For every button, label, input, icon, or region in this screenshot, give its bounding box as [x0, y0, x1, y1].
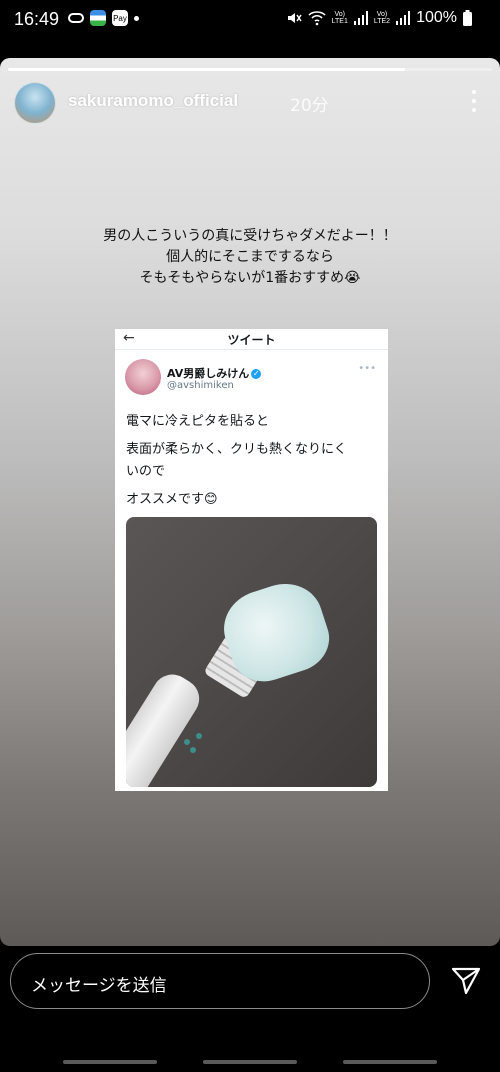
tweet-screenshot: ← ツイート AV男爵しみけん ✓ @avshimiken ••• 電マに冷えピタ… [115, 329, 388, 791]
story-caption: 男の人こういうの真に受けちゃダメだよー！！ 個人的にそこまでするなら そもそもや… [0, 226, 500, 289]
message-input[interactable]: メッセージを送信 [10, 953, 430, 1009]
app-notification-icon [90, 10, 106, 26]
tweet-text-line: いので [126, 464, 166, 479]
tweet-text-line: 電マに冷えピタを貼ると [126, 414, 270, 429]
nav-recent-button[interactable] [63, 1060, 157, 1064]
mute-icon [287, 13, 302, 23]
tweet-author-name: AV男爵しみけん ✓ [167, 365, 262, 381]
tweet-author-avatar [125, 359, 161, 395]
tweet-more-icon: ••• [358, 363, 376, 374]
caption-line: 男の人こういうの真に受けちゃダメだよー！！ [103, 228, 397, 244]
tweet-author-name-text: AV男爵しみけん [167, 367, 250, 380]
caption-line: 個人的にそこまでするなら [166, 249, 334, 265]
pay-icon: Pay [112, 10, 128, 26]
lte1-label: Vo) LTE1 [332, 11, 348, 25]
navigation-bar [0, 1058, 500, 1064]
story-progress-bar [8, 68, 492, 71]
battery-icon [463, 10, 472, 26]
instagram-story-screen: 16:49 Pay Vo) LTE1 Vo) LTE2 100% sakuramom… [0, 0, 500, 1072]
battery-percent: 100% [416, 9, 457, 26]
more-notifications-dot [134, 15, 139, 21]
lte1-volte: Vo) [334, 11, 345, 18]
status-right: Vo) LTE1 Vo) LTE2 100% [286, 9, 472, 27]
status-time: 16:49 [14, 9, 60, 29]
lte2-text: LTE2 [373, 18, 391, 25]
tweet-text-line: 表面が柔らかく、クリも熱くなりにく [126, 442, 347, 457]
send-icon[interactable] [450, 964, 482, 996]
story-username[interactable]: sakuramomo_official [68, 91, 238, 111]
message-placeholder: メッセージを送信 [31, 976, 167, 996]
lte2-label: Vo) LTE2 [374, 11, 390, 25]
tweet-author-handle: @avshimiken [167, 380, 234, 391]
tweet-text: 電マに冷えピタを貼ると 表面が柔らかく、クリも熱くなりにく いので オススメです… [126, 411, 381, 511]
wifi-icon [308, 11, 326, 26]
nav-back-button[interactable] [343, 1060, 437, 1064]
tweet-header-title: ツイート [227, 333, 276, 347]
story-progress-fill [8, 68, 405, 71]
lte1-text: LTE1 [331, 18, 348, 25]
avatar[interactable] [14, 82, 56, 124]
more-vertical-icon[interactable] [470, 90, 478, 112]
tweet-photo [126, 517, 377, 787]
signal-icon-2 [396, 11, 411, 25]
pay-label: Pay [113, 13, 127, 23]
signal-icon [353, 11, 368, 25]
story-content[interactable]: sakuramomo_official 20分 男の人こういうの真に受けちゃダメ… [0, 58, 500, 946]
nav-home-button[interactable] [203, 1060, 297, 1064]
status-bar: 16:49 Pay Vo) LTE1 Vo) LTE2 100% [0, 0, 500, 38]
story-time-ago: 20分 [290, 96, 329, 116]
notification-icons: Pay [68, 10, 139, 26]
wand-handle [126, 667, 207, 787]
lte2-volte: Vo) [376, 11, 388, 18]
verified-badge-icon: ✓ [251, 369, 262, 379]
tweet-header: ← ツイート [115, 329, 388, 350]
caption-line: そもそもやらないが1番おすすめ😭 [139, 270, 361, 286]
link-icon [68, 13, 84, 23]
wand-dots [184, 739, 190, 745]
tweet-text-line: オススメです😊 [126, 492, 218, 507]
